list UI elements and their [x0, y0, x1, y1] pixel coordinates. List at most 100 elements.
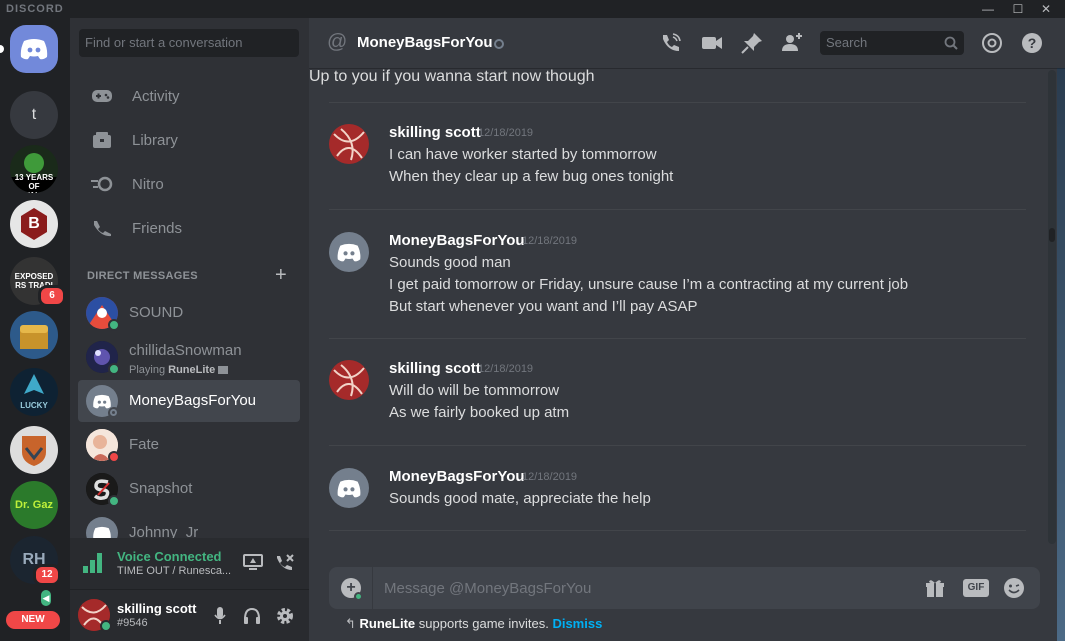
nav-label: Activity [132, 87, 180, 105]
header-search-input[interactable]: Search [820, 31, 964, 55]
gamepad-icon [90, 84, 114, 108]
game-invite-indicator [354, 592, 363, 601]
emoji-icon[interactable] [1003, 577, 1025, 599]
message-avatar[interactable] [329, 468, 369, 508]
message-author[interactable]: skilling scott [389, 360, 481, 377]
activity-prefix: Playing [129, 364, 166, 376]
status-offline-indicator [108, 407, 120, 419]
scrollbar-thumb[interactable] [1049, 228, 1055, 242]
server-chest[interactable] [10, 311, 58, 359]
nav-library[interactable]: Library [78, 120, 300, 160]
pinned-messages-icon[interactable] [740, 31, 764, 55]
screen-share-icon[interactable] [243, 553, 263, 571]
video-call-icon[interactable] [700, 31, 724, 55]
home-button[interactable] [10, 25, 58, 73]
home-indicator [0, 45, 4, 53]
message-composer: + Message @MoneyBagsForYou GIF [329, 567, 1040, 609]
server-t[interactable]: t [10, 91, 58, 139]
message-line: When they clear up a few bug ones tonigh… [389, 168, 674, 185]
settings-gear-icon[interactable] [275, 606, 295, 626]
message-author[interactable]: skilling scott [389, 124, 481, 141]
message-line: Sounds good mate, appreciate the help [389, 490, 651, 507]
voice-status-title: Voice Connected [117, 549, 222, 564]
maximize-button[interactable]: ☐ [1005, 0, 1031, 18]
gift-icon[interactable] [925, 578, 945, 598]
friends-icon [90, 216, 114, 240]
background-window-edge [1057, 18, 1065, 641]
server-drgaz[interactable]: Dr. Gaz [10, 481, 58, 529]
message-input[interactable]: Message @MoneyBagsForYou [384, 580, 591, 597]
server-shield[interactable] [10, 426, 58, 474]
shield-icon [22, 436, 46, 466]
dismiss-link[interactable]: Dismiss [552, 616, 602, 631]
mentions-icon[interactable] [980, 31, 1004, 55]
dm-item-snapshot[interactable]: Snapshot [78, 468, 300, 510]
headphones-icon[interactable] [242, 606, 262, 626]
message-author[interactable]: MoneyBagsForYou [389, 468, 525, 485]
dm-sidebar: Find or start a conversation Activity Li… [70, 18, 309, 641]
server-fatality[interactable]: 13 YEARS OF FATALITY [10, 145, 58, 193]
minimize-button[interactable]: — [975, 0, 1001, 18]
message-avatar[interactable] [329, 124, 369, 164]
scrollbar-track[interactable] [1048, 70, 1056, 544]
app-brand: DISCORD [6, 3, 64, 15]
search-placeholder: Search [826, 35, 868, 50]
disconnect-icon[interactable] [275, 553, 295, 571]
dm-item-sound[interactable]: SOUND [78, 292, 300, 334]
dm-item-fate[interactable]: Fate [78, 424, 300, 466]
chat-header: @ MoneyBagsForYou Search ? [309, 18, 1065, 68]
treasure-chest-icon [20, 325, 48, 349]
help-icon[interactable]: ? [1020, 31, 1044, 55]
dm-item-moneybagsforyou[interactable]: MoneyBagsForYou [78, 380, 300, 422]
nitro-icon [90, 172, 114, 196]
message-divider [329, 209, 1026, 210]
dm-name: Fate [129, 436, 160, 453]
user-panel: skilling scott #9546 [70, 590, 309, 641]
username: skilling scott [117, 601, 197, 616]
message-divider [329, 445, 1026, 446]
server-lucky[interactable]: LUCKY [10, 368, 58, 416]
new-unreads-button[interactable]: NEW [6, 611, 60, 629]
voice-channel-name[interactable]: TIME OUT / Runesca... [117, 565, 231, 577]
discord-logo-icon [337, 479, 361, 497]
chat-area: @ MoneyBagsForYou Search ? Up to you if … [309, 18, 1065, 641]
message-divider [329, 530, 1026, 531]
status-online-indicator [108, 363, 120, 375]
dm-activity: Playing RuneLite [129, 364, 229, 376]
status-online-indicator [100, 620, 112, 632]
message-line: Sounds good man [389, 254, 511, 271]
rich-presence-icon [218, 366, 229, 374]
microphone-icon[interactable] [213, 606, 227, 626]
nav-activity[interactable]: Activity [78, 76, 300, 116]
dm-item-chillidasnowman[interactable]: chillidaSnowman Playing RuneLite [78, 336, 300, 378]
server-b[interactable]: B [10, 200, 58, 248]
find-conversation-input[interactable]: Find or start a conversation [79, 29, 299, 57]
close-window-button[interactable]: ✕ [1033, 0, 1059, 18]
message-avatar[interactable] [329, 360, 369, 400]
status-offline-indicator [494, 39, 504, 49]
server-label: B [28, 215, 40, 232]
discord-logo-icon [337, 243, 361, 261]
dm-name: chillidaSnowman [129, 342, 242, 359]
dm-name: SOUND [129, 304, 184, 321]
voice-call-icon[interactable] [659, 31, 683, 55]
discord-logo-icon [93, 394, 111, 408]
message-timestamp: 12/18/2019 [522, 471, 578, 483]
nav-friends[interactable]: Friends [78, 208, 300, 248]
gif-button[interactable]: GIF [963, 579, 989, 597]
unread-badge: 6 [38, 285, 66, 307]
dm-name: MoneyBagsForYou [129, 392, 257, 409]
activity-game: RuneLite [168, 364, 216, 376]
speaker-icon: ◀ [38, 587, 54, 609]
message-line: But start whenever you want and I’ll pay… [389, 298, 698, 315]
direct-messages-header: DIRECT MESSAGES [87, 270, 198, 282]
nav-nitro[interactable]: Nitro [78, 164, 300, 204]
notice-app-name: RuneLite [359, 616, 416, 631]
discord-logo-icon [20, 39, 48, 60]
create-dm-button[interactable]: + [275, 264, 287, 287]
message-author[interactable]: MoneyBagsForYou [389, 232, 525, 249]
add-friend-icon[interactable] [780, 31, 804, 55]
message-avatar[interactable] [329, 232, 369, 272]
server-label: LUCKY [20, 401, 48, 410]
server-label: Dr. Gaz [15, 498, 53, 511]
